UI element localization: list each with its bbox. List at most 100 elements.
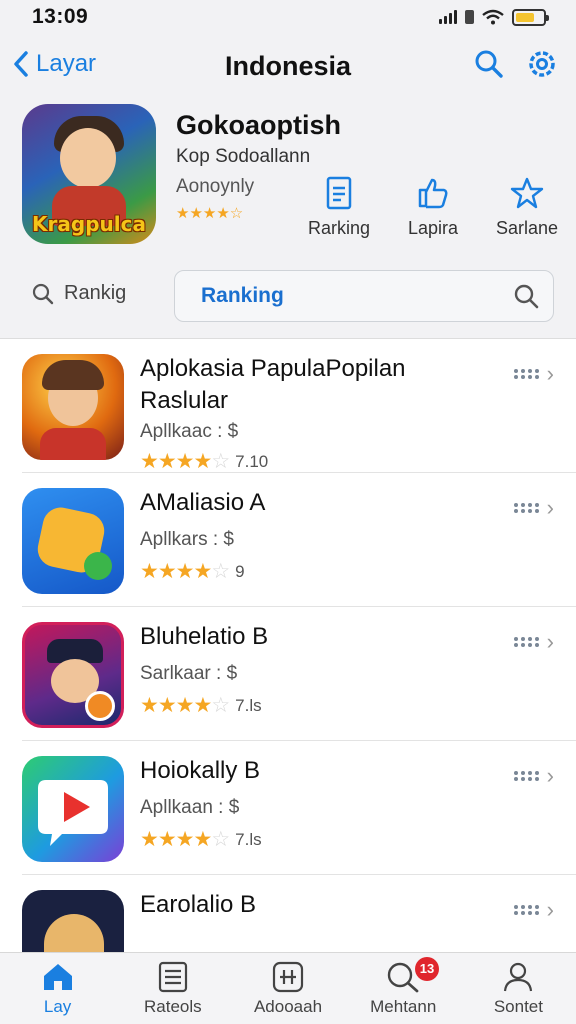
app-title: AMaliasio A — [140, 489, 266, 516]
favorite-action-label: Sarlane — [495, 218, 559, 238]
nav-bar: Layar Indonesia — [0, 40, 576, 94]
nav-actions — [474, 48, 558, 80]
app-icon — [22, 756, 124, 862]
search-row: Rankig Ranking — [22, 270, 554, 322]
app-list: Aplokasia PapulaPopilan Raslular Apllkaa… — [0, 338, 576, 952]
share-action-button[interactable]: Lapira — [386, 176, 480, 239]
featured-app-actions: Rarking Lapira Sarlane — [292, 176, 574, 239]
row-menu[interactable]: › — [513, 763, 554, 789]
document-icon — [326, 176, 352, 210]
row-menu[interactable]: › — [513, 361, 554, 387]
chevron-right-icon: › — [546, 897, 554, 922]
row-menu[interactable]: › — [513, 495, 554, 521]
chevron-left-icon — [14, 51, 28, 77]
search-input-value: Ranking — [201, 284, 284, 307]
app-subtitle: Apllkaan : $ — [140, 797, 240, 818]
search-filter-label: Rankig — [64, 282, 127, 304]
list-icon — [158, 961, 187, 993]
star-rating: ★★★★☆ — [140, 450, 230, 473]
character-face — [60, 128, 116, 188]
featured-app: Kragpulca Gokoaoptish Kop Sodoallann Aon… — [22, 104, 562, 254]
tab-home-label: Lay — [43, 997, 72, 1016]
app-icon — [22, 354, 124, 460]
app-title: Hoiokally B — [140, 757, 261, 784]
search-input[interactable]: Ranking — [174, 270, 554, 322]
featured-app-icon[interactable]: Kragpulca — [22, 104, 156, 244]
rating-value: 7.ls — [235, 695, 262, 715]
app-rating: ★★★★☆ 7.ls — [140, 693, 262, 718]
chevron-right-icon: › — [546, 629, 554, 654]
app-subtitle: Apllkaac : $ — [140, 421, 239, 442]
more-dots-icon — [513, 771, 539, 781]
more-dots-icon — [513, 637, 539, 647]
wifi-icon — [482, 9, 504, 25]
grid-icon — [272, 961, 304, 993]
home-icon — [43, 964, 72, 990]
tab-home[interactable]: Lay — [0, 953, 115, 1024]
chevron-right-icon: › — [546, 361, 554, 386]
ranking-action-button[interactable]: Rarking — [292, 176, 386, 239]
app-subtitle: Sarlkaar : $ — [140, 663, 238, 684]
gear-icon[interactable] — [526, 48, 558, 80]
list-item[interactable]: Bluhelatio B Sarlkaar : $ ★★★★☆ 7.ls › — [22, 607, 576, 741]
status-bar: 13:09 — [0, 0, 576, 34]
tab-bar: Lay Rateols Adooaah 13 Mehtann Sontet — [0, 952, 576, 1024]
more-dots-icon — [513, 905, 539, 915]
favorite-action-button[interactable]: Sarlane — [480, 176, 574, 239]
chevron-right-icon: › — [546, 763, 554, 788]
app-icon — [22, 622, 124, 728]
featured-app-logo-text: Kragpulca — [32, 212, 146, 236]
app-rating: ★★★★☆ 9 — [140, 559, 245, 584]
featured-app-category: Aonoynly — [176, 176, 255, 197]
play-icon — [38, 780, 108, 846]
share-action-label: Lapira — [407, 218, 459, 238]
tab-profile[interactable]: Sontet — [461, 953, 576, 1024]
tab-apps[interactable]: Adooaah — [230, 953, 345, 1024]
rating-value: 9 — [235, 561, 245, 581]
search-icon[interactable] — [474, 49, 504, 79]
tab-search-label: Mehtann — [370, 997, 437, 1016]
app-icon — [22, 890, 124, 952]
rating-value: 7.10 — [235, 451, 269, 471]
featured-app-developer: Kop Sodoallann — [176, 146, 311, 167]
notification-badge: 13 — [414, 957, 440, 981]
tab-apps-label: Adooaah — [253, 997, 323, 1016]
tab-profile-label: Sontet — [493, 997, 543, 1016]
back-label: Layar — [36, 50, 97, 77]
signal-icon — [439, 10, 457, 24]
app-rating: ★★★★☆ 7.10 — [140, 449, 268, 474]
app-rating: ★★★★☆ 7.ls — [140, 827, 262, 852]
rating-value: 7.ls — [235, 829, 262, 849]
more-dots-icon — [513, 369, 539, 379]
app-subtitle: Apllkars : $ — [140, 529, 234, 550]
tab-ratings[interactable]: Rateols — [115, 953, 230, 1024]
list-item[interactable]: Aplokasia PapulaPopilan Raslular Apllkaa… — [22, 339, 576, 473]
app-title: Earolalio B — [140, 891, 257, 918]
app-title: Bluhelatio B — [140, 623, 269, 650]
battery-icon — [512, 8, 549, 26]
list-item[interactable]: Hoiokally B Apllkaan : $ ★★★★☆ 7.ls › — [22, 741, 576, 875]
back-button[interactable]: Layar — [12, 50, 96, 78]
share-icon — [418, 178, 448, 209]
star-icon — [510, 177, 544, 209]
star-rating: ★★★★☆ — [140, 560, 230, 583]
row-menu[interactable]: › — [513, 629, 554, 655]
status-icons — [439, 8, 549, 26]
list-item[interactable]: Earolalio B › — [22, 875, 576, 952]
more-dots-icon — [513, 503, 539, 513]
row-menu[interactable]: › — [513, 897, 554, 923]
chevron-right-icon: › — [546, 495, 554, 520]
person-icon — [504, 962, 533, 992]
list-item[interactable]: AMaliasio A Apllkars : $ ★★★★☆ 9 › — [22, 473, 576, 607]
search-filter[interactable]: Rankig — [32, 282, 126, 305]
ranking-action-label: Rarking — [307, 218, 371, 238]
app-title: Aplokasia PapulaPopilan Raslular — [140, 355, 406, 414]
tab-ratings-label: Rateols — [143, 997, 202, 1016]
star-rating: ★★★★☆ — [140, 828, 230, 851]
search-icon — [32, 283, 54, 304]
search-icon[interactable] — [513, 283, 539, 309]
tab-search[interactable]: 13 Mehtann — [346, 953, 461, 1024]
app-icon — [22, 488, 124, 594]
featured-app-title[interactable]: Gokoaoptish — [176, 110, 341, 141]
status-time: 13:09 — [32, 5, 89, 28]
